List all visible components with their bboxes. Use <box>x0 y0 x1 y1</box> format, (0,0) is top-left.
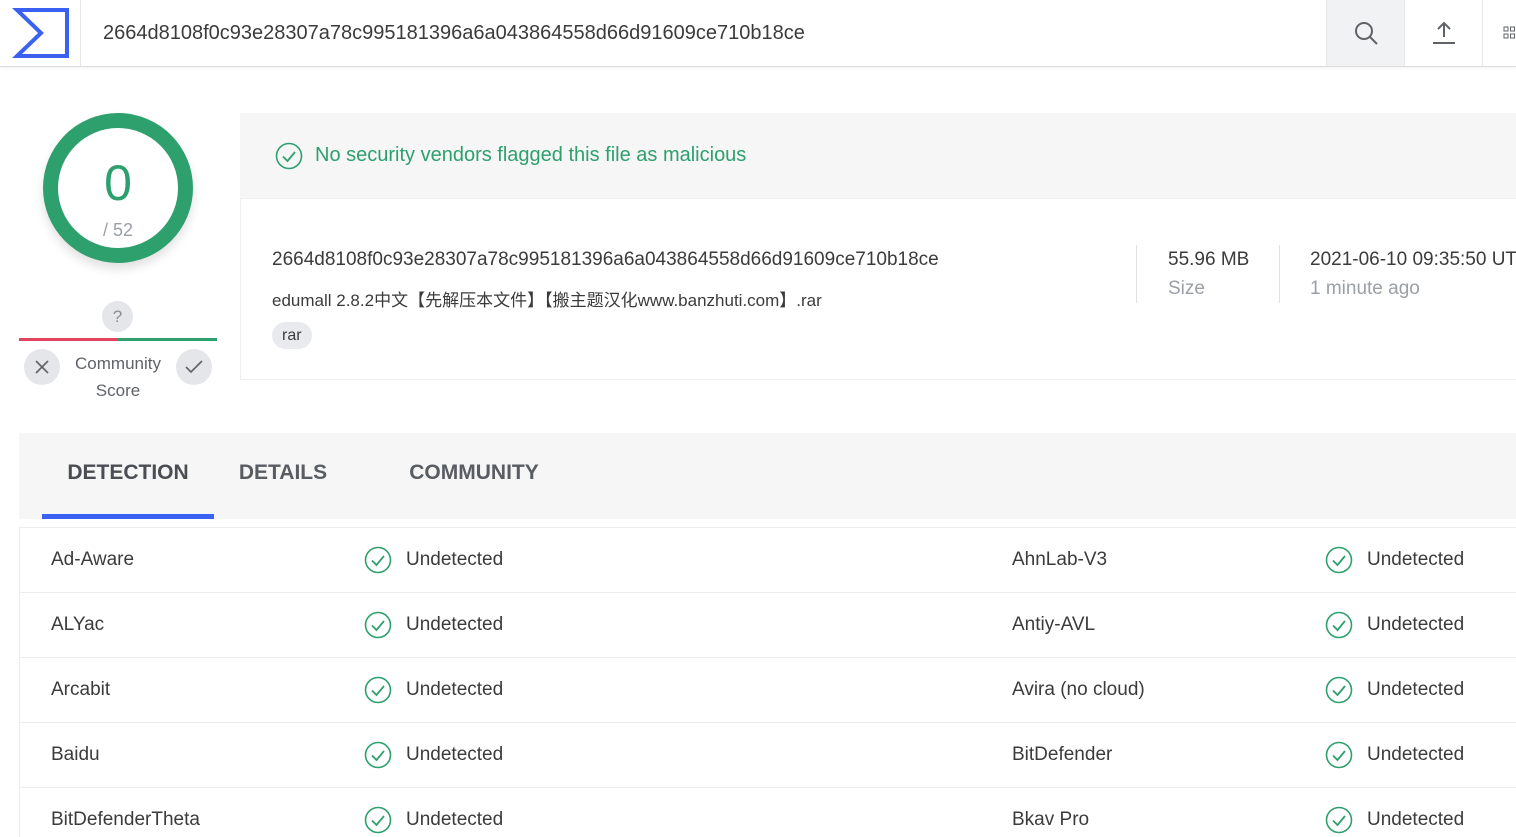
engine-result: Undetected <box>1325 723 1464 786</box>
engine-result: Undetected <box>364 788 503 837</box>
community-label-line1: Community <box>75 354 161 373</box>
check-circle-icon <box>364 676 392 704</box>
top-bar <box>0 0 1516 67</box>
engine-name: Baidu <box>51 744 100 765</box>
logo-icon[interactable] <box>0 0 81 66</box>
check-circle-icon <box>1325 806 1353 834</box>
result-label: Undetected <box>406 548 504 570</box>
engine-name: BitDefenderTheta <box>51 809 200 830</box>
table-row: BitDefenderTheta Undetected Bkav Pro Und… <box>20 788 1516 837</box>
engine-total: / 52 <box>102 220 134 240</box>
file-name: edumall 2.8.2中文【先解压本文件】【搬主题汉化www.banzhut… <box>272 291 822 310</box>
engine-name: Avira (no cloud) <box>1012 679 1145 700</box>
report-tabs: DETECTION DETAILS COMMUNITY <box>19 433 1516 519</box>
engine-name: BitDefender <box>1012 744 1113 765</box>
file-size-label: Size <box>1168 278 1205 299</box>
table-row: Ad-Aware Undetected AhnLab-V3 Undetected <box>20 528 1516 593</box>
close-icon <box>35 360 49 374</box>
result-label: Undetected <box>406 678 504 700</box>
table-row: Baidu Undetected BitDefender Undetected <box>20 723 1516 788</box>
community-bar-positive <box>118 338 217 341</box>
check-circle-icon <box>275 142 303 169</box>
active-tab-indicator <box>42 514 214 519</box>
result-label: Undetected <box>406 743 504 765</box>
engine-result: Undetected <box>1325 528 1464 591</box>
check-circle-icon <box>364 546 392 574</box>
search-input[interactable] <box>81 0 1326 66</box>
file-hash[interactable]: 2664d8108f0c93e28307a78c995181396a6a0438… <box>272 249 939 271</box>
engine-result: Undetected <box>1325 593 1464 656</box>
engine-name: Ad-Aware <box>51 549 135 570</box>
result-label: Undetected <box>1367 548 1465 570</box>
engine-result: Undetected <box>364 528 503 591</box>
tab-community[interactable]: COMMUNITY <box>384 433 564 519</box>
check-circle-icon <box>1325 546 1353 574</box>
analysis-date-value: 2021-06-10 09:35:50 UTC <box>1310 249 1516 270</box>
community-score-help-icon[interactable]: ? <box>102 301 133 332</box>
search-button[interactable] <box>1326 0 1404 66</box>
table-row: Arcabit Undetected Avira (no cloud) Unde… <box>20 658 1516 723</box>
divider <box>1279 245 1280 303</box>
engine-result: Undetected <box>1325 788 1464 837</box>
engine-result: Undetected <box>364 658 503 721</box>
result-label: Undetected <box>406 808 504 830</box>
engine-result: Undetected <box>1325 658 1464 721</box>
result-label: Undetected <box>1367 808 1465 830</box>
engine-name: AhnLab-V3 <box>1012 549 1108 570</box>
detection-results-table: Ad-Aware Undetected AhnLab-V3 Undetected… <box>19 527 1516 837</box>
result-label: Undetected <box>1367 613 1465 635</box>
check-circle-icon <box>1325 741 1353 769</box>
divider <box>1136 245 1137 303</box>
engine-name: Bkav Pro <box>1012 809 1090 830</box>
analysis-date-relative: 1 minute ago <box>1310 278 1420 299</box>
detection-score-ring: 0 / 52 <box>43 113 193 263</box>
result-label: Undetected <box>406 613 504 635</box>
checkmark-icon <box>185 360 203 374</box>
engine-name: Arcabit <box>51 679 111 700</box>
detection-count: 0 <box>104 155 132 211</box>
community-score-label: Community Score <box>60 350 176 404</box>
check-circle-icon <box>364 611 392 639</box>
community-label-line2: Score <box>95 381 141 400</box>
result-label: Undetected <box>1367 743 1465 765</box>
grid-icon <box>1503 26 1515 39</box>
tab-detection[interactable]: DETECTION <box>42 433 214 519</box>
engine-result: Undetected <box>364 593 503 656</box>
engine-name: Antiy-AVL <box>1012 614 1096 635</box>
check-circle-icon <box>1325 611 1353 639</box>
score-inner: 0 / 52 <box>58 128 178 248</box>
engine-name: ALYac <box>51 614 105 635</box>
upload-icon <box>1432 21 1455 44</box>
check-circle-icon <box>1325 676 1353 704</box>
search-icon <box>1354 22 1378 45</box>
vote-harmless-button[interactable] <box>176 349 212 385</box>
vote-malicious-button[interactable] <box>24 349 60 385</box>
table-row: ALYac Undetected Antiy-AVL Undetected <box>20 593 1516 658</box>
verdict-banner: No security vendors flagged this file as… <box>240 113 1516 198</box>
verdict-message: No security vendors flagged this file as… <box>315 144 747 166</box>
result-label: Undetected <box>1367 678 1465 700</box>
file-size-value: 55.96 MB <box>1168 249 1250 270</box>
community-bar-negative <box>19 338 118 341</box>
file-info-card: 2664d8108f0c93e28307a78c995181396a6a0438… <box>240 198 1516 380</box>
upload-button[interactable] <box>1404 0 1482 66</box>
check-circle-icon <box>364 806 392 834</box>
check-circle-icon <box>364 741 392 769</box>
file-type-tag[interactable]: rar <box>272 322 312 349</box>
apps-grid-button[interactable] <box>1482 0 1516 66</box>
tab-details[interactable]: DETAILS <box>214 433 352 519</box>
engine-result: Undetected <box>364 723 503 786</box>
